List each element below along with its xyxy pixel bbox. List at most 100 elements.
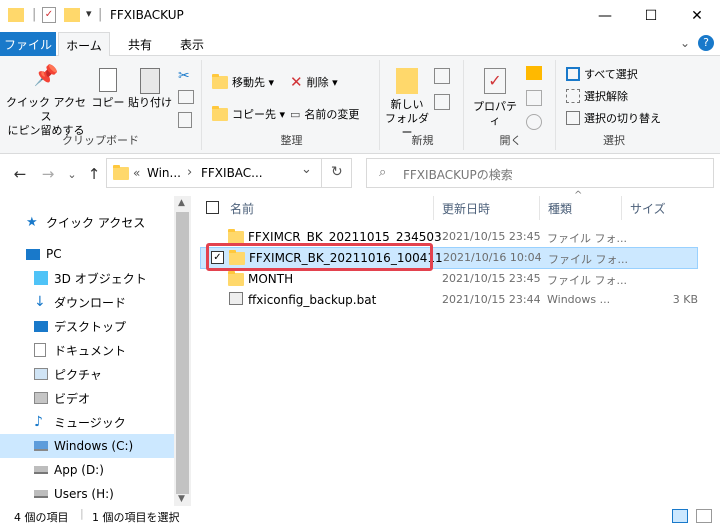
address-bar[interactable]: « Win... › FFXIBAC... ⌄ ↻ xyxy=(106,158,352,188)
navigation-pane: ★ クイック アクセス PC 3D オブジェクト ↓ ダウンロード デスクトップ… xyxy=(0,196,192,506)
paste-icon xyxy=(140,68,160,94)
nav-item-3d-objects[interactable]: 3D オブジェクト xyxy=(0,266,174,290)
file-name: MONTH xyxy=(248,272,294,286)
paste-button[interactable]: 貼り付け xyxy=(128,68,172,110)
close-button[interactable]: ✕ xyxy=(674,0,720,32)
nav-item-app-d[interactable]: App (D:) xyxy=(0,458,174,482)
back-button[interactable]: ← xyxy=(8,162,32,186)
breadcrumb-windows[interactable]: Win... xyxy=(147,166,181,180)
pin-button[interactable]: 📌 クイック アクセス にピン留めする xyxy=(6,63,86,138)
divider: | xyxy=(80,507,84,520)
breadcrumb-separator[interactable]: › xyxy=(187,165,192,180)
file-type: ファイル フォ... xyxy=(548,253,628,266)
rename-icon: ▭ xyxy=(290,107,301,121)
help-icon[interactable]: ? xyxy=(698,35,714,51)
delete-button[interactable]: ✕ 削除 ▾ xyxy=(290,72,338,92)
edit-icon[interactable] xyxy=(526,90,542,106)
copy-path-icon[interactable] xyxy=(178,90,194,104)
3d-objects-icon xyxy=(34,271,48,285)
new-item-icon[interactable] xyxy=(434,68,450,84)
nav-item-videos[interactable]: ビデオ xyxy=(0,386,174,410)
select-all-checkbox[interactable] xyxy=(206,201,219,214)
videos-icon xyxy=(34,392,48,404)
title-bar: | ✓ ▾ | FFXIBACKUP — ☐ ✕ xyxy=(0,0,720,32)
organize-group-label: 整理 xyxy=(280,134,303,147)
nav-item-windows-c[interactable]: Windows (C:) xyxy=(0,434,174,458)
file-type: Windows ... xyxy=(547,293,611,306)
file-date: 2021/10/16 10:04 xyxy=(443,251,542,264)
nav-item-pictures[interactable]: ピクチャ xyxy=(0,362,174,386)
address-folder-icon xyxy=(113,165,129,180)
copy-to-button[interactable]: コピー先 ▾ xyxy=(212,104,285,124)
file-date: 2021/10/15 23:44 xyxy=(442,293,541,306)
move-to-button[interactable]: 移動先 ▾ xyxy=(212,72,274,92)
column-date[interactable]: 更新日時 xyxy=(436,196,540,220)
new-folder-icon[interactable] xyxy=(64,8,80,22)
file-row[interactable]: ffxiconfig_backup.bat 2021/10/15 23:44 W… xyxy=(200,289,698,311)
pin-icon: 📌 xyxy=(33,63,59,87)
nav-item-documents[interactable]: ドキュメント xyxy=(0,338,174,362)
customize-toolbar-icon[interactable]: ▾ xyxy=(86,7,92,20)
window-title: FFXIBACKUP xyxy=(110,8,184,22)
drive-h-icon xyxy=(34,490,48,498)
paste-shortcut-icon[interactable] xyxy=(178,112,192,128)
file-name: ffxiconfig_backup.bat xyxy=(248,293,377,307)
up-button[interactable]: ↑ xyxy=(82,162,106,186)
search-input[interactable]: FFXIBACKUPの検索 xyxy=(403,166,513,183)
scroll-down-arrow[interactable]: ▼ xyxy=(178,494,185,504)
refresh-button[interactable]: ↻ xyxy=(331,164,343,180)
copy-folder-icon xyxy=(212,105,228,121)
copy-button[interactable]: コピー xyxy=(90,68,126,110)
cut-icon[interactable]: ✂ xyxy=(178,68,190,84)
drive-d-icon xyxy=(34,466,48,474)
open-icon[interactable] xyxy=(526,66,542,80)
address-dropdown-icon[interactable]: ⌄ xyxy=(301,162,312,177)
desktop-icon xyxy=(34,320,48,332)
sort-ascending-icon: ^ xyxy=(574,190,583,201)
scroll-up-arrow[interactable]: ▲ xyxy=(178,198,185,208)
maximize-button[interactable]: ☐ xyxy=(628,0,674,32)
column-size[interactable]: サイズ xyxy=(624,196,698,220)
ribbon-tabs: ファイル ホーム 共有 表示 ⌄ ? xyxy=(0,32,720,57)
search-icon: ⌕ xyxy=(379,165,387,180)
invert-selection-icon xyxy=(566,111,580,125)
details-view-icon[interactable] xyxy=(672,509,688,523)
copy-icon xyxy=(99,68,117,92)
history-icon[interactable] xyxy=(526,114,542,130)
minimize-button[interactable]: — xyxy=(582,0,628,32)
forward-button[interactable]: → xyxy=(36,162,60,186)
nav-item-users-h[interactable]: Users (H:) xyxy=(0,482,174,506)
properties-button[interactable]: ✓ プロパティ xyxy=(468,68,522,128)
tab-file[interactable]: ファイル xyxy=(0,32,56,56)
breadcrumb-ffxibackup[interactable]: FFXIBAC... xyxy=(201,166,263,180)
highlight-box xyxy=(206,243,433,271)
search-box[interactable]: ⌕ FFXIBACKUPの検索 xyxy=(366,158,714,188)
column-name[interactable]: 名前 xyxy=(224,196,434,220)
properties-icon[interactable]: ✓ xyxy=(42,7,56,23)
separator: | xyxy=(98,7,103,22)
recent-locations-button[interactable]: ⌄ xyxy=(60,162,84,186)
scroll-thumb[interactable] xyxy=(176,212,189,494)
pc-icon xyxy=(26,248,40,260)
tab-share[interactable]: 共有 xyxy=(114,32,166,56)
nav-item-music[interactable]: ♪ ミュージック xyxy=(0,410,174,434)
file-row[interactable]: MONTH 2021/10/15 23:45 ファイル フォ... xyxy=(200,268,698,290)
nav-item-downloads[interactable]: ↓ ダウンロード xyxy=(0,290,174,314)
new-folder-button[interactable]: 新しい フォルダー xyxy=(384,68,430,140)
nav-item-desktop[interactable]: デスクトップ xyxy=(0,314,174,338)
rename-button[interactable]: ▭ 名前の変更 xyxy=(290,104,359,124)
large-icons-view-icon[interactable] xyxy=(696,509,712,523)
easy-access-icon[interactable] xyxy=(434,94,450,110)
documents-icon xyxy=(34,343,46,357)
address-overflow[interactable]: « xyxy=(133,166,140,180)
ribbon-expand-icon[interactable]: ⌄ xyxy=(680,36,690,50)
select-none-button[interactable]: 選択解除 xyxy=(566,86,628,106)
tab-home[interactable]: ホーム xyxy=(58,32,110,57)
select-all-button[interactable]: すべて選択 xyxy=(566,64,638,84)
file-size: 3 KB xyxy=(672,293,698,306)
new-group-label: 新規 xyxy=(411,134,434,147)
nav-item-pc[interactable]: PC xyxy=(0,242,174,266)
tab-view[interactable]: 表示 xyxy=(166,32,218,56)
nav-item-quick-access[interactable]: ★ クイック アクセス xyxy=(0,210,174,234)
invert-selection-button[interactable]: 選択の切り替え xyxy=(566,108,661,128)
